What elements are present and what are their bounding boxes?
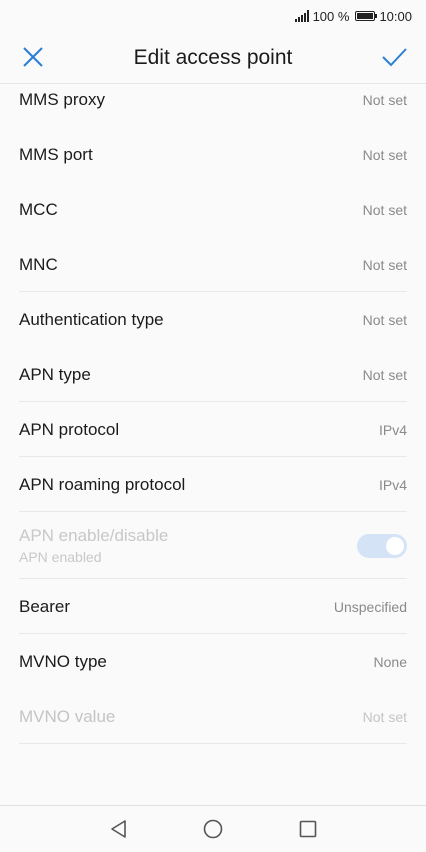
setting-row-mnc[interactable]: MNC Not set (0, 237, 426, 292)
setting-row-authentication-type[interactable]: Authentication type Not set (0, 292, 426, 347)
battery-icon (355, 11, 378, 21)
divider (19, 743, 407, 744)
save-button[interactable] (380, 44, 408, 70)
recents-square-icon (299, 820, 317, 838)
setting-label: MVNO type (19, 651, 107, 671)
setting-label: MVNO value (19, 706, 116, 726)
close-button[interactable] (20, 44, 46, 70)
home-button[interactable] (202, 818, 224, 840)
setting-row-mcc[interactable]: MCC Not set (0, 182, 426, 237)
setting-label: APN protocol (19, 419, 120, 439)
setting-row-mvno-type[interactable]: MVNO type None (0, 634, 426, 689)
setting-row-apn-enable: APN enable/disable APN enabled (0, 512, 426, 579)
status-bar: 100 % 10:00 (0, 0, 426, 32)
toggle-knob (386, 536, 404, 555)
setting-label: APN roaming protocol (19, 474, 186, 494)
setting-label: MCC (19, 199, 58, 219)
setting-label: Authentication type (19, 309, 164, 329)
recents-button[interactable] (297, 818, 319, 840)
setting-value: IPv4 (378, 476, 407, 493)
setting-value: IPv4 (378, 421, 407, 438)
setting-row-apn-roaming-protocol[interactable]: APN roaming protocol IPv4 (0, 457, 426, 512)
setting-value: None (373, 653, 407, 670)
clock: 10:00 (379, 8, 412, 24)
back-button[interactable] (108, 818, 130, 840)
setting-label: MMS proxy (19, 89, 105, 109)
setting-value: Not set (362, 91, 407, 108)
setting-value: Not set (362, 201, 407, 218)
setting-label: APN enable/disable (19, 526, 169, 545)
setting-sublabel: APN enabled (19, 549, 102, 565)
close-icon (23, 47, 43, 67)
setting-value: Not set (362, 256, 407, 273)
setting-row-apn-type[interactable]: APN type Not set (0, 347, 426, 402)
back-triangle-icon (111, 820, 126, 838)
setting-label: MNC (19, 254, 58, 274)
setting-value: Not set (362, 311, 407, 328)
setting-label: APN type (19, 364, 91, 384)
navigation-bar (0, 805, 426, 852)
battery-percent: 100 % (312, 8, 350, 24)
setting-value: Not set (362, 708, 407, 725)
setting-row-mms-proxy[interactable]: MMS proxy Not set (0, 72, 426, 127)
setting-row-mms-port[interactable]: MMS port Not set (0, 127, 426, 182)
setting-value: Unspecified (333, 598, 407, 615)
page-title: Edit access point (133, 45, 293, 69)
signal-icon (294, 10, 309, 22)
setting-value: Not set (362, 146, 407, 163)
setting-row-bearer[interactable]: Bearer Unspecified (0, 579, 426, 634)
setting-label: Bearer (19, 596, 71, 616)
setting-row-mvno-value: MVNO value Not set (0, 689, 426, 744)
setting-label: MMS port (19, 144, 93, 164)
setting-texts: APN enable/disable APN enabled (19, 526, 168, 565)
setting-row-apn-protocol[interactable]: APN protocol IPv4 (0, 402, 426, 457)
setting-value: Not set (362, 366, 407, 383)
home-circle-icon (203, 819, 223, 839)
check-icon (382, 48, 407, 67)
apn-enable-toggle[interactable] (357, 533, 407, 558)
settings-list: MMS proxy Not set MMS port Not set MCC N… (0, 72, 426, 744)
